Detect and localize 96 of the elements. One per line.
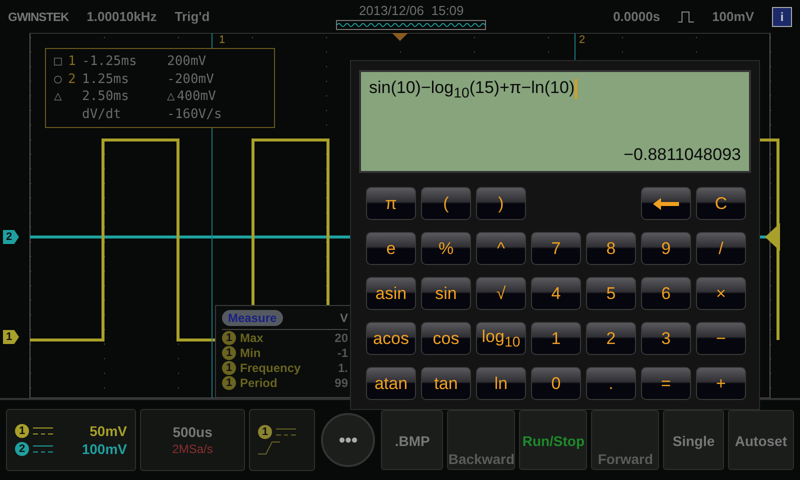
calculator-key[interactable]: −: [696, 322, 746, 355]
calculator-key[interactable]: 9: [641, 232, 691, 265]
more-button[interactable]: •••: [321, 413, 376, 467]
cursor-number: 1: [68, 54, 77, 70]
frequency-readout: 1.00010kHz: [86, 9, 157, 24]
cursor-voltage: 400mV: [176, 89, 216, 104]
backspace-key[interactable]: [641, 187, 691, 220]
calculator-key[interactable]: +: [696, 367, 746, 400]
channel-badge: 1: [222, 346, 236, 360]
measure-value: -1: [337, 346, 348, 360]
cursor-time: -1.25ms: [82, 54, 138, 70]
expression-text: sin(10)−log$_{10}$(15)+π−ln(10): [369, 78, 575, 97]
volts-per-division: 100mV: [80, 441, 127, 457]
cursor-number: 2: [68, 72, 77, 87]
calculator-key[interactable]: 1: [531, 322, 581, 355]
calculator-key[interactable]: 3: [641, 322, 691, 355]
cursor-label: 1: [219, 34, 226, 46]
trigger-status: Trig'd: [174, 9, 210, 24]
cursor-voltage: -200mV: [167, 72, 214, 87]
rising-edge-icon: [258, 441, 280, 455]
volts-per-division: 50mV: [88, 423, 127, 439]
sample-rate: 2MSa/s: [172, 442, 213, 456]
trigger-position-marker-icon: [392, 33, 408, 41]
cursor-symbol: △: [167, 89, 175, 104]
date-time: 2013/12/06 15:09: [358, 3, 464, 18]
info-button[interactable]: i: [772, 6, 792, 26]
calculator-key[interactable]: C: [696, 187, 746, 220]
calculator-key[interactable]: tan: [421, 367, 471, 400]
cursor-voltage: 200mV: [167, 54, 206, 70]
calculator-key[interactable]: sin: [421, 277, 471, 310]
calculator-key[interactable]: 2: [586, 322, 636, 355]
measure-name: Frequency: [240, 361, 302, 375]
channel-marker[interactable]: 1: [3, 330, 19, 344]
calculator-key[interactable]: .: [586, 367, 636, 400]
measure-name: Min: [240, 346, 262, 360]
channel-scale-panel[interactable]: 1 50mV 2 100mV: [6, 409, 136, 471]
calculator-key[interactable]: 8: [586, 232, 636, 265]
calculator-key[interactable]: 4: [531, 277, 581, 310]
action-button[interactable]: Autoset: [728, 410, 794, 470]
calculator-key[interactable]: ×: [696, 277, 746, 310]
channel-badge: 1: [222, 331, 236, 345]
result-text: −0.8811048093: [624, 145, 741, 165]
channel-badge: 1: [222, 376, 236, 390]
cursor-voltage: -160V/s: [167, 106, 222, 122]
measure-name: Max: [240, 331, 264, 345]
action-button[interactable]: .BMP: [381, 410, 444, 470]
calculator-key[interactable]: cos: [421, 322, 471, 355]
dc-coupling-icon: [33, 445, 53, 453]
dc-coupling-icon: [276, 428, 296, 436]
pulse-icon: [678, 10, 694, 22]
cursor-time: dV/dt: [82, 106, 122, 122]
channel-marker[interactable]: 2: [3, 230, 19, 244]
calculator-key[interactable]: ^: [476, 232, 526, 265]
calculator-key[interactable]: log$_{10}$: [476, 322, 526, 355]
memory-bar-icon: [336, 20, 486, 30]
calculator-key[interactable]: 6: [641, 277, 691, 310]
left-arrow-icon: [653, 198, 679, 210]
calculator-key[interactable]: (: [421, 187, 471, 220]
calculator-key[interactable]: ): [476, 187, 526, 220]
calculator-key[interactable]: 7: [531, 232, 581, 265]
calculator-key[interactable]: atan: [366, 367, 416, 400]
measure-value: 99: [334, 376, 348, 390]
column-header: V: [340, 311, 348, 325]
time-offset: 0.0000s: [613, 9, 660, 24]
channel-badge: 2: [15, 442, 29, 456]
cursor-symbol: ○: [54, 72, 63, 87]
timebase-panel[interactable]: 500us 2MSa/s: [140, 409, 246, 471]
cursor-time: 1.25ms: [82, 72, 130, 87]
measure-value: 1.: [338, 361, 348, 375]
calculator-key[interactable]: %: [421, 232, 471, 265]
calculator-key[interactable]: =: [641, 367, 691, 400]
calculator-key[interactable]: 5: [586, 277, 636, 310]
cursor-symbol: □: [54, 54, 63, 70]
channel-badge: 1: [258, 425, 272, 439]
timebase-value: 500us: [172, 424, 212, 440]
dc-coupling-icon: [33, 427, 53, 435]
channel-badge: 1: [222, 361, 236, 375]
calculator-key[interactable]: asin: [366, 277, 416, 310]
channel-badge: 1: [15, 424, 29, 438]
calculator-key[interactable]: acos: [366, 322, 416, 355]
measure-value: 20: [334, 331, 348, 345]
measure-name: Period: [240, 376, 278, 390]
cursor-label: 2: [579, 34, 586, 46]
action-button[interactable]: Run/Stop: [519, 410, 588, 470]
calculator-key[interactable]: e: [366, 232, 416, 265]
calculator-key[interactable]: 0: [531, 367, 581, 400]
trigger-panel[interactable]: 1: [249, 409, 316, 471]
action-button[interactable]: Single: [663, 410, 724, 470]
calculator-key[interactable]: π: [366, 187, 416, 220]
calculator-key[interactable]: /: [696, 232, 746, 265]
cursor-symbol: △: [54, 89, 63, 104]
trigger-level: 100mV: [712, 9, 754, 24]
calculator-key[interactable]: ln: [476, 367, 526, 400]
brand-logo: GWINSTEK: [8, 10, 69, 24]
cursor-time: 2.50ms: [82, 89, 130, 104]
calculator-key[interactable]: √: [476, 277, 526, 310]
